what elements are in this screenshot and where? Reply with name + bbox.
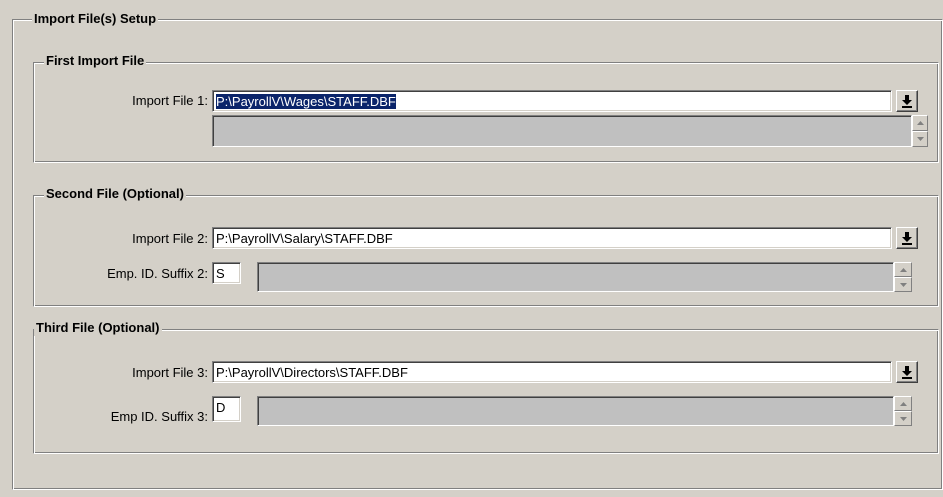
third-import-title: Third File (Optional) (34, 320, 162, 336)
import-file-2-label: Import File 2: (132, 231, 208, 246)
download-arrow-icon (902, 232, 912, 245)
import-file-2-browse-button[interactable] (896, 227, 918, 249)
download-arrow-icon (902, 95, 912, 108)
download-arrow-icon (902, 366, 912, 379)
spin-down-icon (899, 416, 907, 421)
emp-id-suffix-2-label: Emp. ID. Suffix 2: (107, 266, 208, 281)
emp-id-suffix-3-input[interactable]: D (212, 396, 241, 422)
import-setup-title: Import File(s) Setup (32, 11, 159, 27)
import-file-3-input[interactable]: P:\PayrollV\Directors\STAFF.DBF (212, 361, 892, 383)
import-file-3-browse-button[interactable] (896, 361, 918, 383)
import-file-1-label: Import File 1: (132, 93, 208, 108)
spin-down-button[interactable] (912, 131, 928, 147)
spin-up-button[interactable] (894, 396, 912, 411)
suffix-2-spinner[interactable] (894, 262, 912, 292)
first-import-title: First Import File (44, 53, 147, 69)
import-file-1-browse-button[interactable] (896, 90, 918, 112)
suffix-2-info (257, 262, 894, 292)
emp-id-suffix-3-label: Emp ID. Suffix 3: (110, 409, 208, 424)
spin-down-icon (916, 137, 924, 141)
import-file-1-spinner[interactable] (912, 115, 928, 147)
spin-down-icon (899, 282, 907, 287)
spin-up-icon (899, 401, 907, 406)
import-file-2-input[interactable]: P:\PayrollV\Salary\STAFF.DBF (212, 227, 892, 249)
spin-up-button[interactable] (912, 115, 928, 131)
spin-up-icon (916, 121, 924, 125)
spin-down-button[interactable] (894, 277, 912, 292)
spin-up-button[interactable] (894, 262, 912, 277)
import-file-1-input[interactable]: P:\PayrollV\Wages\STAFF.DBF (212, 90, 892, 112)
emp-id-suffix-2-input[interactable]: S (212, 262, 241, 284)
import-file-1-info (212, 115, 912, 147)
import-file-3-label: Import File 3: (132, 365, 208, 380)
first-import-group (33, 62, 939, 163)
suffix-3-info (257, 396, 894, 426)
suffix-3-spinner[interactable] (894, 396, 912, 426)
third-import-group (33, 329, 939, 454)
spin-down-button[interactable] (894, 411, 912, 426)
second-import-title: Second File (Optional) (44, 186, 186, 202)
spin-up-icon (899, 267, 907, 272)
